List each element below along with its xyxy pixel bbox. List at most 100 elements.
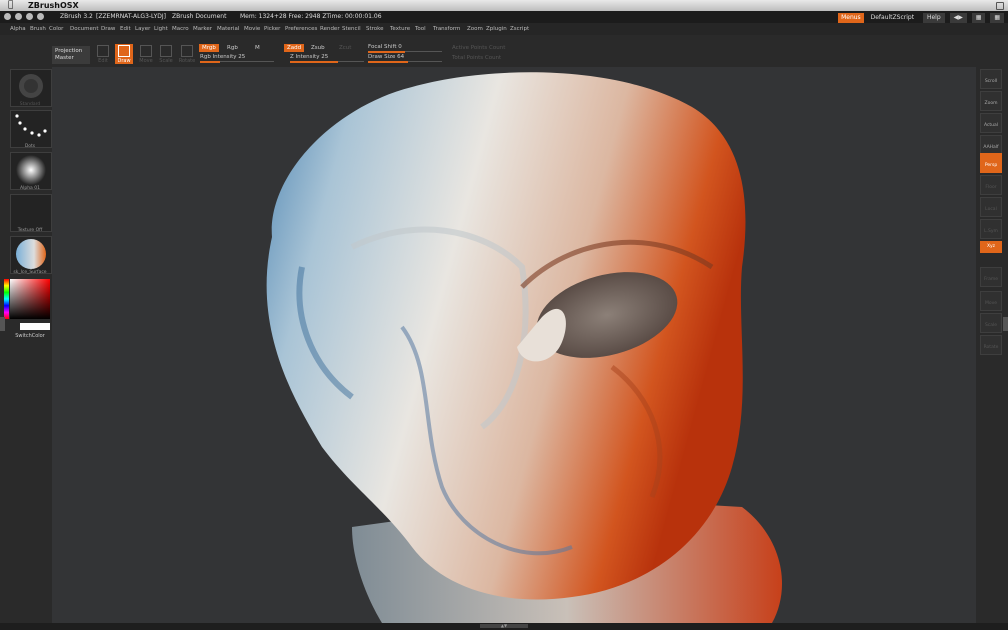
dots-stroke-icon (15, 114, 47, 137)
menu-tool[interactable]: Tool (415, 23, 426, 35)
menu-document[interactable]: Document (70, 23, 99, 35)
aahalf-button[interactable]: AAHalf (980, 135, 1002, 155)
draw-label: Draw (117, 58, 131, 64)
floor-button[interactable]: Floor (980, 175, 1002, 195)
projection-master-button[interactable]: Projection Master (52, 46, 90, 64)
layout-toggle2-icon[interactable]: ▦ (990, 13, 1004, 23)
bottom-tray-handle-icon[interactable]: ▲▼ (480, 624, 528, 628)
menu-stroke[interactable]: Stroke (366, 23, 384, 35)
draw-size-label: Draw Size 64 (368, 54, 405, 60)
nav-arrows-icon[interactable]: ◀▶ (949, 13, 967, 23)
menu-zoom[interactable]: Zoom (467, 23, 483, 35)
license-id: [ZZEMRNAT-ALG3-LYDJ] (96, 13, 166, 20)
move-tool-button[interactable]: Move (137, 44, 155, 64)
z-intensity-slider[interactable]: Z Intensity 25 (290, 53, 364, 63)
menu-zscript[interactable]: Zscript (510, 23, 529, 35)
apple-icon[interactable]:  (8, 0, 13, 11)
edit-tool-button[interactable]: Edit (94, 44, 112, 64)
secondary-color-swatch[interactable] (20, 323, 50, 330)
minimize-icon[interactable] (15, 13, 22, 20)
menu-color[interactable]: Color (49, 23, 63, 35)
rotate-label: Rotate (178, 58, 196, 64)
close-icon[interactable] (4, 13, 11, 20)
menu-preferences[interactable]: Preferences (285, 23, 317, 35)
zoom-label: Zoom (984, 101, 998, 106)
help-button[interactable]: Help (922, 13, 945, 23)
left-tray-handle[interactable] (0, 317, 5, 331)
right-shelf: Scroll Zoom Actual AAHalf Persp Floor Lo… (976, 67, 1008, 623)
right-tray-handle[interactable] (1003, 317, 1008, 331)
window-zoom-icon[interactable] (996, 2, 1004, 10)
scroll-button[interactable]: Scroll (980, 69, 1002, 89)
zsub-button[interactable]: Zsub (308, 44, 328, 52)
move-label: Move (984, 301, 998, 306)
menu-light[interactable]: Light (154, 23, 168, 35)
color-picker[interactable] (10, 279, 50, 319)
app-name[interactable]: ZBrushOSX (28, 0, 79, 11)
memory-status: Mem: 1324+28 Free: 2948 ZTime: 00:00:01.… (240, 13, 382, 20)
material-sphere-icon (16, 239, 46, 269)
stroke-caption: Dots (24, 144, 36, 149)
persp-label: Persp (984, 163, 998, 168)
menu-picker[interactable]: Picker (264, 23, 280, 35)
menu-draw[interactable]: Draw (101, 23, 115, 35)
main-menu: Alpha Brush Color Document Draw Edit Lay… (0, 23, 1008, 35)
alpha-thumbnail[interactable] (10, 152, 52, 190)
lsym-button[interactable]: L.Sym (980, 219, 1002, 239)
frame-button[interactable]: Frame (980, 267, 1002, 287)
rotate-icon (181, 45, 193, 57)
mrgb-button[interactable]: Mrgb (199, 44, 219, 52)
switch-color-button[interactable]: SwitchColor (10, 333, 50, 339)
zadd-button[interactable]: Zadd (284, 44, 305, 52)
texture-thumbnail[interactable] (10, 194, 52, 232)
actual-button[interactable]: Actual (980, 113, 1002, 133)
gear-icon[interactable] (26, 13, 33, 20)
floor-label: Floor (985, 185, 997, 190)
canvas-viewport[interactable] (52, 67, 976, 623)
hue-strip[interactable] (4, 279, 9, 319)
draw-tool-button[interactable]: Draw (115, 44, 133, 64)
m-button[interactable]: M (252, 44, 263, 52)
menu-transform[interactable]: Transform (433, 23, 460, 35)
menu-edit[interactable]: Edit (120, 23, 131, 35)
local-label: Local (985, 207, 997, 212)
menu-stencil[interactable]: Stencil (342, 23, 361, 35)
default-zscript-button[interactable]: DefaultZScript (867, 13, 918, 23)
frame-label: Frame (983, 277, 999, 282)
title-bar: ZBrush 3.2 [ZZEMRNAT-ALG3-LYDJ] ZBrush D… (0, 11, 1008, 23)
projection-label: Projection (55, 48, 83, 54)
menu-alpha[interactable]: Alpha (10, 23, 26, 35)
rotate-tool-button[interactable]: Rotate (178, 44, 196, 64)
local-button[interactable]: Local (980, 197, 1002, 217)
scale-tool-button[interactable]: Scale (157, 44, 175, 64)
draw-size-slider[interactable]: Draw Size 64 (368, 53, 442, 63)
top-shelf: Projection Master Edit Draw Move Scale R… (0, 35, 1008, 67)
menu-render[interactable]: Render (320, 23, 340, 35)
focal-shift-slider[interactable]: Focal Shift 0 (368, 43, 442, 53)
zoom-button[interactable]: Zoom (980, 91, 1002, 111)
layout-toggle-icon[interactable]: ▦ (971, 13, 986, 23)
menu-movie[interactable]: Movie (244, 23, 260, 35)
rotate-button[interactable]: Rotate (980, 335, 1002, 355)
menus-button[interactable]: Menus (838, 13, 864, 23)
scale-button[interactable]: Scale (980, 313, 1002, 333)
menu-material[interactable]: Material (217, 23, 239, 35)
rgb-button[interactable]: Rgb (224, 44, 241, 52)
sculpted-head-image (266, 72, 782, 623)
rgb-intensity-slider[interactable]: Rgb Intensity 25 (200, 53, 274, 63)
menu-zplugin[interactable]: Zplugin (486, 23, 507, 35)
move-button[interactable]: Move (980, 291, 1002, 311)
xyz-button[interactable]: Xyz (980, 241, 1002, 253)
persp-button[interactable]: Persp (980, 153, 1002, 173)
material-thumbnail[interactable] (10, 236, 52, 274)
actual-label: Actual (983, 123, 999, 128)
menu-texture[interactable]: Texture (390, 23, 410, 35)
rgb-intensity-label: Rgb Intensity 25 (200, 54, 246, 60)
zcut-button[interactable]: Zcut (336, 44, 354, 52)
menu-layer[interactable]: Layer (135, 23, 150, 35)
menu-marker[interactable]: Marker (193, 23, 212, 35)
stroke-thumbnail[interactable] (10, 110, 52, 148)
menu-brush[interactable]: Brush (30, 23, 46, 35)
left-shelf: Standard Dots Alpha 01 Texture Off sk_Ic… (0, 67, 52, 623)
menu-macro[interactable]: Macro (172, 23, 189, 35)
